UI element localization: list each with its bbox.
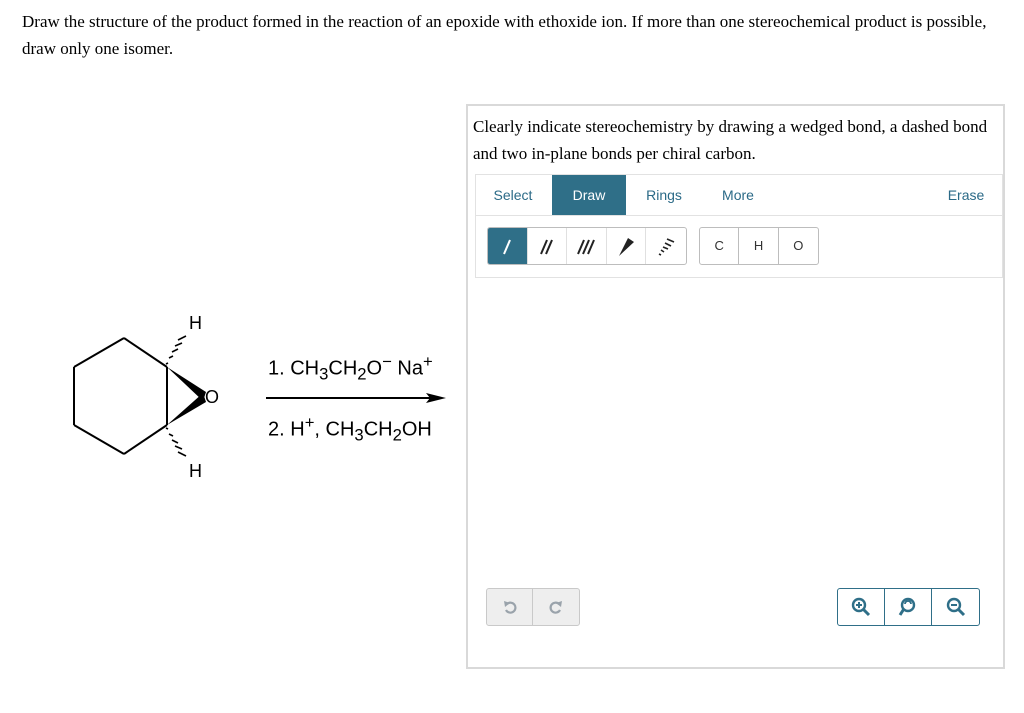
redo-button[interactable] xyxy=(533,589,579,625)
oxygen-label: O xyxy=(205,387,219,407)
tab-more[interactable]: More xyxy=(708,175,768,215)
erase-button[interactable]: Erase xyxy=(936,175,996,215)
reaction-arrow xyxy=(266,393,446,403)
hydrogen-atom-button[interactable]: H xyxy=(739,228,779,264)
triple-bond-button[interactable] xyxy=(567,228,607,264)
oxygen-atom-button[interactable]: O xyxy=(779,228,818,264)
wedge-bond-icon xyxy=(619,238,635,256)
double-bond-button[interactable] xyxy=(528,228,568,264)
panel-instruction: Clearly indicate stereochemistry by draw… xyxy=(473,117,988,163)
zoom-controls xyxy=(837,588,980,626)
tab-rings[interactable]: Rings xyxy=(632,175,696,215)
carbon-atom-button[interactable]: C xyxy=(700,228,740,264)
epoxide-wedge-bottom xyxy=(167,393,206,425)
zoom-out-icon xyxy=(946,597,965,617)
cyclohexane-ring xyxy=(73,337,168,455)
single-bond-button[interactable] xyxy=(488,228,528,264)
zoom-in-icon xyxy=(851,597,871,617)
hash-bond-bottom xyxy=(165,427,187,457)
editor-toolbar: Select Draw Rings More Erase C H O xyxy=(475,174,1003,278)
zoom-out-button[interactable] xyxy=(932,589,979,625)
wedge-bond-button[interactable] xyxy=(607,228,647,264)
redo-icon xyxy=(549,601,562,614)
bond-tools xyxy=(487,227,687,265)
reagent-step-2: 2. H+, CH3CH2OH xyxy=(268,413,432,445)
hydrogen-label-top: H xyxy=(189,313,202,333)
atom-tools: C H O xyxy=(699,227,819,265)
reagent-step-1: 1. CH3CH2O− Na+ xyxy=(268,352,433,384)
hash-bond-icon xyxy=(658,238,675,256)
tab-bar: Select Draw Rings More Erase xyxy=(476,175,1002,216)
drawing-panel: Clearly indicate stereochemistry by draw… xyxy=(466,104,1005,669)
hydrogen-label-bottom: H xyxy=(189,461,202,481)
tab-select[interactable]: Select xyxy=(482,175,544,215)
reset-zoom-icon xyxy=(898,597,916,616)
hash-bond-top xyxy=(165,335,187,365)
undo-button[interactable] xyxy=(487,589,533,625)
double-bond-icon xyxy=(539,239,553,255)
zoom-in-button[interactable] xyxy=(838,589,885,625)
reset-zoom-button[interactable] xyxy=(885,589,932,625)
history-controls xyxy=(486,588,580,626)
question-text: Draw the structure of the product formed… xyxy=(22,12,987,58)
tab-draw[interactable]: Draw xyxy=(552,175,626,215)
hash-bond-button[interactable] xyxy=(646,228,686,264)
triple-bond-icon xyxy=(576,239,595,255)
undo-icon xyxy=(503,601,516,614)
single-bond-icon xyxy=(503,239,512,255)
